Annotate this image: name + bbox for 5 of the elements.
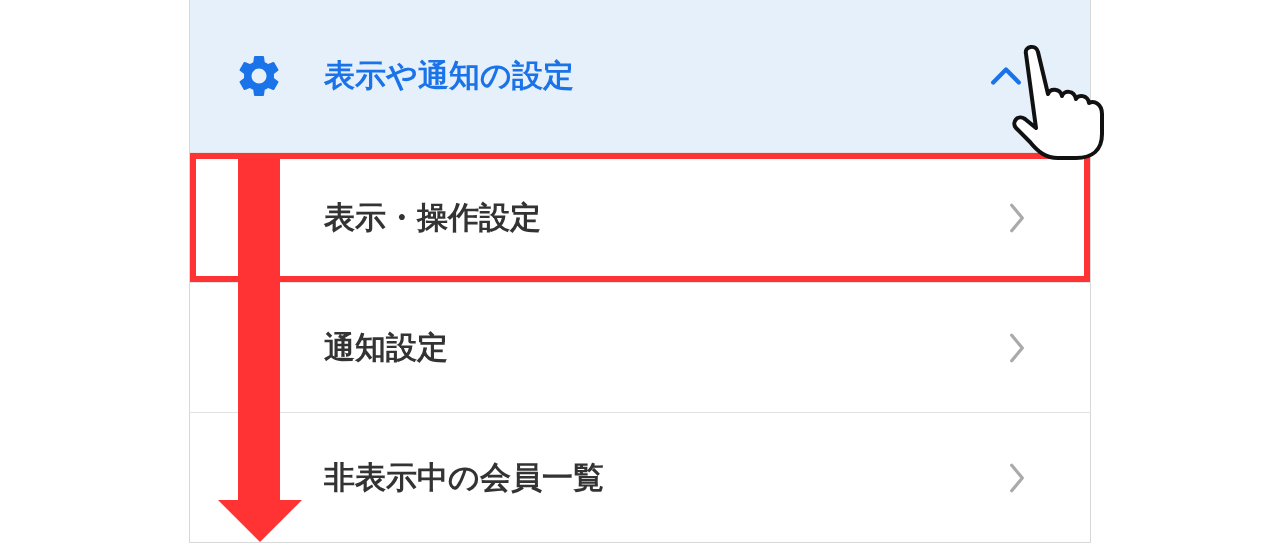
chevron-right-icon [1008,201,1026,234]
section-header[interactable]: 表示や通知の設定 [190,0,1090,152]
section-title: 表示や通知の設定 [324,56,575,95]
chevron-right-icon [1008,461,1026,494]
chevron-right-icon [1008,331,1026,364]
